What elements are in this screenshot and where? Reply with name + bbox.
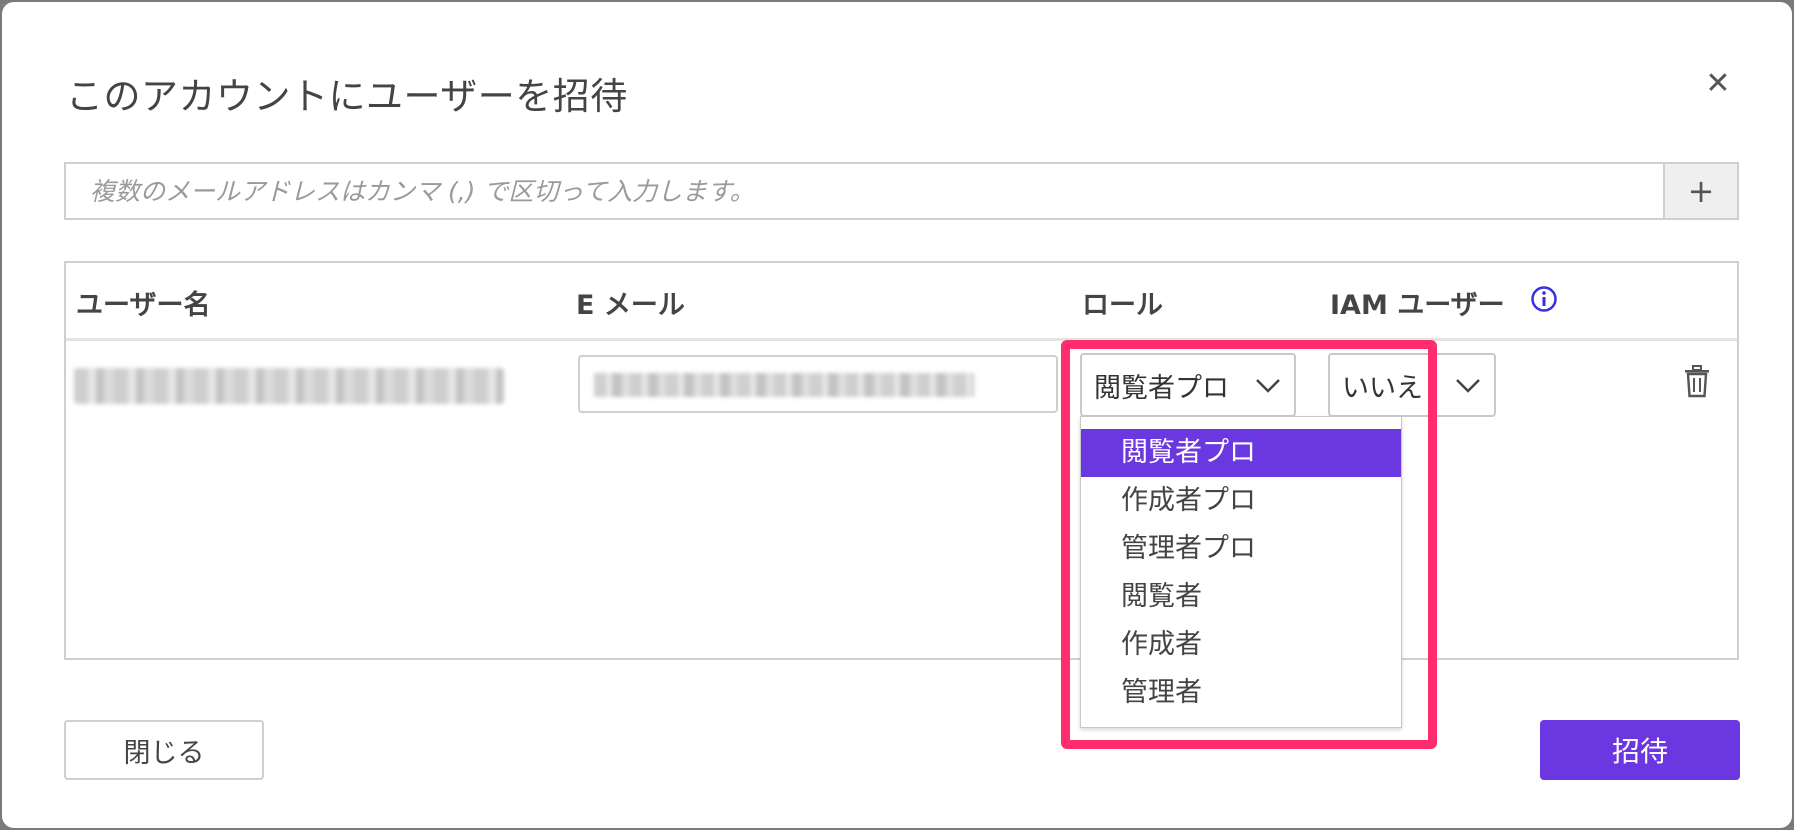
chevron-down-icon — [1452, 369, 1484, 401]
header-role: ロール — [1082, 290, 1163, 321]
role-option[interactable]: 管理者プロ — [1081, 525, 1401, 573]
role-select-value: 閲覧者プロ — [1094, 372, 1229, 404]
role-option[interactable]: 作成者 — [1081, 621, 1401, 669]
trash-icon[interactable] — [1682, 365, 1712, 399]
email-entry-row: + — [64, 162, 1739, 220]
table-header: ユーザー名 E メール ロール IAM ユーザー — [66, 263, 1737, 341]
email-redacted — [594, 373, 974, 397]
iam-user-select[interactable]: いいえ — [1328, 353, 1496, 417]
users-table: ユーザー名 E メール ロール IAM ユーザー 閲覧者プロ いいえ — [64, 261, 1739, 660]
email-input[interactable] — [66, 164, 1663, 218]
role-option[interactable]: 閲覧者プロ — [1081, 429, 1401, 477]
role-select[interactable]: 閲覧者プロ — [1080, 353, 1296, 417]
chevron-down-icon — [1256, 379, 1280, 393]
header-username: ユーザー名 — [76, 290, 211, 321]
invite-button[interactable]: 招待 — [1540, 720, 1740, 780]
dialog-title: このアカウントにユーザーを招待 — [66, 75, 628, 118]
header-email: E メール — [576, 290, 685, 321]
email-cell-input[interactable] — [578, 355, 1058, 413]
header-iam-user: IAM ユーザー — [1330, 290, 1505, 321]
invite-users-dialog: このアカウントにユーザーを招待 ✕ + ユーザー名 E メール ロール IAM … — [2, 2, 1792, 828]
role-dropdown-menu: 閲覧者プロ 作成者プロ 管理者プロ 閲覧者 作成者 管理者 — [1080, 416, 1402, 728]
add-email-button[interactable]: + — [1663, 164, 1737, 218]
username-redacted — [74, 368, 504, 404]
close-button[interactable]: 閉じる — [64, 720, 264, 780]
role-option[interactable]: 管理者 — [1081, 669, 1401, 717]
role-option[interactable]: 閲覧者 — [1081, 573, 1401, 621]
info-icon[interactable] — [1530, 285, 1558, 313]
close-icon[interactable]: ✕ — [1702, 68, 1734, 100]
role-option[interactable]: 作成者プロ — [1081, 477, 1401, 525]
iam-select-value: いいえ — [1342, 372, 1423, 404]
